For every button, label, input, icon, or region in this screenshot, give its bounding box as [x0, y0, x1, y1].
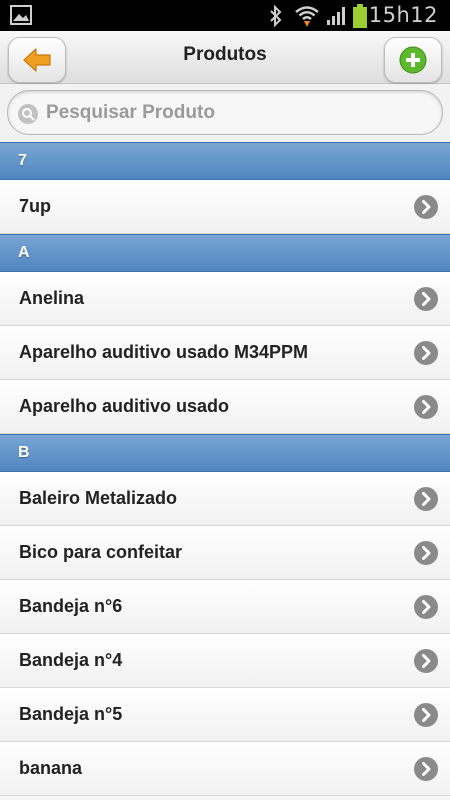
list-item[interactable]: Bico para confeitar: [0, 526, 450, 580]
search-box[interactable]: [7, 90, 443, 135]
list-item-label: 7up: [19, 196, 52, 216]
add-product-button[interactable]: [384, 37, 442, 83]
chevron-right-icon: [414, 487, 438, 511]
chevron-right-icon: [414, 287, 438, 311]
list-item-label: Bandeja n°5: [19, 704, 123, 724]
list-item-label: Aparelho auditivo usado M34PPM: [19, 342, 309, 362]
chevron-right-icon: [414, 395, 438, 419]
chevron-right-icon: [414, 649, 438, 673]
list-item[interactable]: Anelina: [0, 272, 450, 326]
list-item-label: Bandeja n°6: [19, 596, 123, 616]
header-bar: Produtos: [0, 31, 450, 84]
gallery-icon: [10, 5, 32, 25]
list-divider-7: 7: [0, 142, 450, 180]
bluetooth-icon: [270, 5, 282, 27]
list-item-label: Aparelho auditivo usado: [19, 396, 230, 416]
status-bar: 15h12: [0, 0, 450, 31]
page-title: Produtos: [183, 44, 267, 65]
list-item[interactable]: 7up: [0, 180, 450, 234]
list-item-label: Baleiro Metalizado: [19, 488, 178, 508]
chevron-right-icon: [414, 341, 438, 365]
chevron-right-icon: [414, 757, 438, 781]
list-item[interactable]: Bandeja n°5: [0, 688, 450, 742]
chevron-right-icon: [414, 703, 438, 727]
clock: 15h12: [368, 3, 438, 27]
list-item-label: Anelina: [19, 288, 85, 308]
wifi-icon: [295, 6, 319, 27]
search-bar: [0, 84, 450, 142]
list-item[interactable]: banana: [0, 742, 450, 796]
list-item[interactable]: Baleiro Metalizado: [0, 472, 450, 526]
chevron-right-icon: [414, 595, 438, 619]
chevron-right-icon: [414, 541, 438, 565]
list-divider-b: B: [0, 434, 450, 472]
list-item-label: Bico para confeitar: [19, 542, 183, 562]
chevron-right-icon: [414, 195, 438, 219]
product-list: 7 7up A Anelina Aparelho auditivo usado …: [0, 142, 450, 796]
list-item[interactable]: Bandeja n°4: [0, 634, 450, 688]
plus-circle-icon: [399, 46, 427, 74]
list-divider-a: A: [0, 234, 450, 272]
search-icon: [18, 104, 38, 124]
signal-icon: [327, 7, 345, 25]
search-input[interactable]: [46, 99, 426, 127]
list-item-label: banana: [19, 758, 83, 778]
battery-icon: [353, 4, 367, 28]
list-item[interactable]: Aparelho auditivo usado: [0, 380, 450, 434]
list-item[interactable]: Aparelho auditivo usado M34PPM: [0, 326, 450, 380]
list-item[interactable]: Bandeja n°6: [0, 580, 450, 634]
list-item-label: Bandeja n°4: [19, 650, 123, 670]
